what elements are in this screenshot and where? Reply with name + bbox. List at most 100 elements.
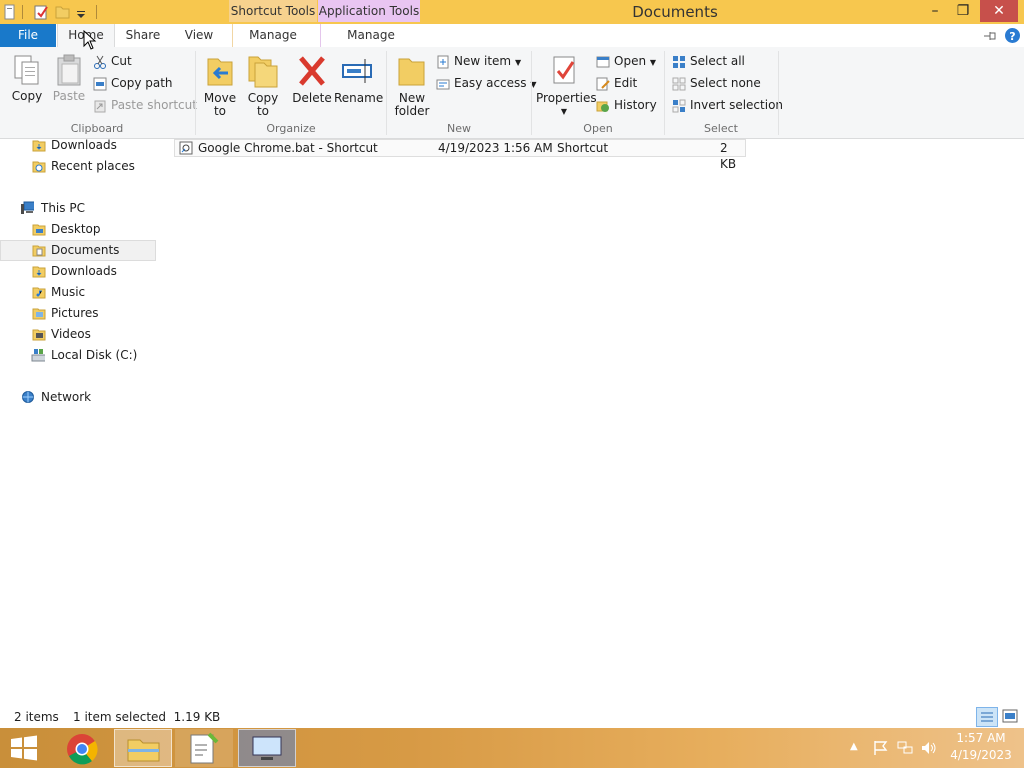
copy-to-label-2: to <box>256 104 270 118</box>
new-item-icon <box>437 55 449 68</box>
pin-ribbon-icon[interactable] <box>982 28 998 44</box>
paste-shortcut-button[interactable]: Paste shortcut <box>93 95 197 115</box>
select-all-label: Select all <box>690 54 745 68</box>
status-item-count: 2 items <box>14 710 59 724</box>
cut-button[interactable]: Cut <box>93 51 132 71</box>
action-center-flag-icon[interactable] <box>872 740 890 756</box>
tab-share[interactable]: Share <box>116 24 170 47</box>
clock[interactable]: 1:57 AM 4/19/2023 <box>946 730 1016 764</box>
copy-to-button[interactable]: Copy to <box>243 53 283 118</box>
ribbon: Copy Paste Cut Copy path Paste shortcut … <box>0 47 1024 139</box>
large-icons-view-button[interactable] <box>1000 707 1020 727</box>
nav-item-network[interactable]: Network <box>0 387 156 408</box>
clock-date: 4/19/2023 <box>950 748 1012 762</box>
rename-button[interactable]: Rename <box>334 53 383 105</box>
delete-button[interactable]: Delete <box>292 53 332 105</box>
move-to-icon <box>207 58 233 86</box>
copy-icon <box>14 55 39 85</box>
group-label-new: New <box>447 122 471 135</box>
computer-icon <box>21 201 34 214</box>
paste-shortcut-label: Paste shortcut <box>111 98 197 112</box>
nav-item-downloads[interactable]: Downloads <box>0 261 156 282</box>
copy-path-button[interactable]: Copy path <box>93 73 173 93</box>
nav-item-pictures[interactable]: Pictures <box>0 303 156 324</box>
show-hidden-icons-icon[interactable]: ▲ <box>850 741 864 755</box>
new-folder-button[interactable]: New folder <box>392 53 432 118</box>
history-button[interactable]: History <box>596 95 657 115</box>
move-to-button[interactable]: Move to <box>200 53 240 118</box>
properties-quick-icon[interactable] <box>32 3 50 21</box>
downloads-folder-icon <box>32 266 46 278</box>
history-icon <box>596 101 609 112</box>
new-folder-quick-icon[interactable] <box>54 3 72 21</box>
restore-button[interactable]: ❐ <box>948 0 978 22</box>
large-icons-view-icon <box>1002 709 1018 723</box>
minimize-button[interactable]: – <box>920 0 950 22</box>
nav-item-this-pc[interactable]: This PC <box>0 198 156 219</box>
window-title: Documents <box>632 3 718 21</box>
downloads-folder-icon <box>32 140 46 152</box>
new-item-button[interactable]: New item ▼ <box>436 51 521 71</box>
nav-item-local-disk[interactable]: Local Disk (C:) <box>0 345 156 366</box>
taskbar-remote-desktop[interactable] <box>238 729 296 767</box>
taskbar-notepad-plus-plus[interactable] <box>175 729 233 767</box>
properties-button[interactable]: Properties ▼ <box>536 53 597 118</box>
open-button[interactable]: Open ▼ <box>596 51 656 71</box>
tab-manage-application[interactable]: Manage <box>320 24 421 47</box>
nav-label: Desktop <box>51 222 101 236</box>
edit-icon <box>596 77 610 90</box>
taskbar-chrome[interactable] <box>55 729 113 767</box>
file-type: Shortcut <box>557 141 609 155</box>
nav-item-music[interactable]: Music <box>0 282 156 303</box>
network-tray-icon[interactable] <box>896 740 914 756</box>
file-row[interactable]: Google Chrome.bat - Shortcut 4/19/2023 1… <box>174 139 746 171</box>
nav-item-videos[interactable]: Videos <box>0 324 156 345</box>
new-folder-icon <box>398 58 425 86</box>
nav-item-recent-places[interactable]: Recent places <box>0 156 156 177</box>
drive-icon <box>31 349 45 362</box>
properties-label: Properties <box>536 91 597 105</box>
music-folder-icon <box>32 287 46 299</box>
invert-selection-button[interactable]: Invert selection <box>672 95 783 115</box>
mouse-cursor-icon <box>83 30 97 50</box>
select-none-icon <box>672 77 686 90</box>
nav-item-desktop[interactable]: Desktop <box>0 219 156 240</box>
volume-icon[interactable] <box>920 740 938 756</box>
paste-shortcut-icon <box>94 100 106 112</box>
file-name: Google Chrome.bat - Shortcut <box>198 141 378 155</box>
nav-label: Local Disk (C:) <box>51 348 138 362</box>
invert-selection-icon <box>672 99 686 112</box>
select-all-button[interactable]: Select all <box>672 51 745 71</box>
nav-label: Pictures <box>51 306 99 320</box>
easy-access-label: Easy access <box>454 76 527 90</box>
select-none-button[interactable]: Select none <box>672 73 761 93</box>
chevron-down-icon: ▼ <box>649 58 657 67</box>
tab-view[interactable]: View <box>172 24 226 47</box>
group-separator <box>778 51 779 135</box>
new-item-label: New item <box>454 54 512 68</box>
cut-label: Cut <box>111 54 132 68</box>
select-all-icon <box>673 55 685 68</box>
customize-quick-access-icon[interactable] <box>74 3 92 21</box>
chrome-icon <box>67 734 98 765</box>
nav-item-downloads-favorite[interactable]: Downloads <box>0 135 156 156</box>
close-button[interactable]: ✕ <box>980 0 1018 22</box>
start-button[interactable] <box>8 734 40 762</box>
nav-item-documents[interactable]: Documents <box>0 240 156 261</box>
windows-logo-icon <box>11 735 37 761</box>
notepad-plus-plus-icon <box>190 732 219 764</box>
tab-file[interactable]: File <box>0 24 56 47</box>
details-view-button[interactable] <box>976 707 998 727</box>
explorer-icon[interactable] <box>3 3 21 21</box>
paste-button[interactable]: Paste <box>50 53 88 103</box>
help-icon[interactable]: ? <box>1004 27 1021 44</box>
edit-button[interactable]: Edit <box>596 73 637 93</box>
properties-icon <box>553 56 575 84</box>
tab-manage-shortcut[interactable]: Manage <box>232 24 313 47</box>
copy-button[interactable]: Copy <box>6 53 48 103</box>
easy-access-button[interactable]: Easy access ▼ <box>436 73 537 93</box>
delete-icon <box>299 56 325 86</box>
copy-path-icon <box>93 77 107 90</box>
taskbar-file-explorer[interactable] <box>114 729 172 767</box>
divider <box>96 5 97 19</box>
